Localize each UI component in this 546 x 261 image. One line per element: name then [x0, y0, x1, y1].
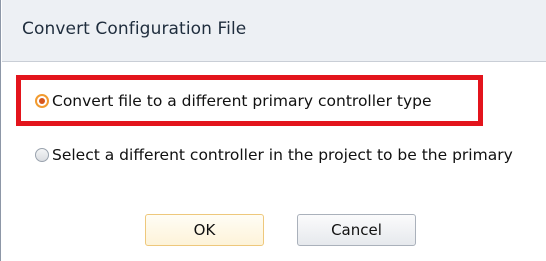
- radio-selected-icon[interactable]: [35, 94, 49, 108]
- dialog-title-bar: Convert Configuration File: [2, 0, 546, 62]
- option-convert-file[interactable]: Convert file to a different primary cont…: [35, 90, 432, 112]
- dialog-title: Convert Configuration File: [22, 19, 247, 39]
- ok-button[interactable]: OK: [145, 214, 264, 246]
- radio-unselected-icon[interactable]: [35, 148, 49, 162]
- option-convert-file-label: Convert file to a different primary cont…: [52, 92, 432, 110]
- cancel-button[interactable]: Cancel: [297, 214, 416, 246]
- option-select-different-controller-label: Select a different controller in the pro…: [52, 146, 513, 164]
- convert-configuration-dialog: Convert Configuration File Convert file …: [0, 0, 546, 261]
- option-select-different-controller[interactable]: Select a different controller in the pro…: [35, 144, 513, 166]
